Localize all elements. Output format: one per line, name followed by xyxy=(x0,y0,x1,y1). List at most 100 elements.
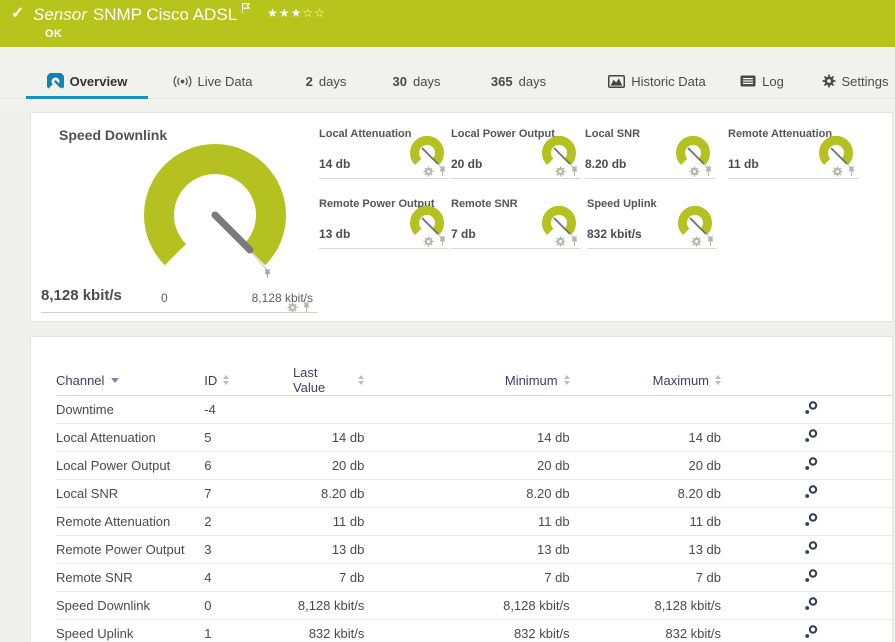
priority-stars[interactable]: ★★★☆☆ xyxy=(267,6,326,20)
gauge-title: Remote SNR xyxy=(451,198,518,210)
gear-icon[interactable] xyxy=(555,166,566,177)
cell-min: 8,128 kbit/s xyxy=(372,591,578,620)
cell-min: 11 db xyxy=(372,507,578,536)
gauge-tile-icons xyxy=(423,236,447,247)
cell-last: 8,128 kbit/s xyxy=(292,591,373,620)
gauge-tile-local-snr: Local SNR 8.20 db xyxy=(585,128,715,179)
gear-icon[interactable] xyxy=(423,166,434,177)
channel-settings-icon[interactable] xyxy=(803,484,819,500)
column-label: Channel xyxy=(56,372,105,388)
channel-settings-icon[interactable] xyxy=(803,540,819,556)
cell-min: 20 db xyxy=(372,451,578,480)
channel-settings-icon[interactable] xyxy=(803,596,819,612)
flag-icon[interactable] xyxy=(241,0,251,19)
table-row-downtime[interactable]: Downtime -4 xyxy=(56,395,892,424)
pin-icon[interactable] xyxy=(704,166,713,177)
needle-pin-icon xyxy=(264,269,271,278)
cell-actions xyxy=(729,535,892,564)
cell-min: 832 kbit/s xyxy=(372,619,578,642)
column-header-maximum[interactable]: Maximum xyxy=(577,365,730,396)
gear-icon[interactable] xyxy=(689,166,700,177)
pin-icon[interactable] xyxy=(570,236,579,247)
cell-last: 7 db xyxy=(292,563,373,592)
channel-settings-icon[interactable] xyxy=(803,512,819,528)
tab-historic-data[interactable]: Historic Data xyxy=(598,63,716,99)
pin-icon[interactable] xyxy=(847,166,856,177)
cell-channel: Local SNR xyxy=(56,479,205,508)
table-row-remote-snr[interactable]: Remote SNR 4 7 db 7 db 7 db xyxy=(56,563,892,592)
gauge-tile-icons xyxy=(832,166,856,177)
cell-actions xyxy=(729,451,892,480)
gauge-scale-min: 0 xyxy=(161,291,168,305)
channel-settings-icon[interactable] xyxy=(803,456,819,472)
column-label: Minimum xyxy=(504,372,558,388)
column-header-last-value[interactable]: Last Value xyxy=(292,365,373,396)
table-row-speed-downlink[interactable]: Speed Downlink 0 8,128 kbit/s 8,128 kbit/s 8… xyxy=(56,591,892,620)
gear-icon[interactable] xyxy=(423,236,434,247)
tab-log[interactable]: Log xyxy=(727,63,797,99)
gauge-title: Local Attenuation xyxy=(319,128,412,140)
gauge-tile-remote-power-output: Remote Power Output 13 db xyxy=(319,198,449,249)
table-row-local-attenuation[interactable]: Local Attenuation 5 14 db 14 db 14 db xyxy=(56,423,892,452)
gauge-tile-icons xyxy=(689,166,713,177)
table-row-local-power-output[interactable]: Local Power Output 6 20 db 20 db 20 db xyxy=(56,451,892,480)
tab-label: Live Data xyxy=(197,73,253,89)
cell-min: 7 db xyxy=(372,563,578,592)
channels-panel: Channel ID Last Value Minimum Maximum Downti… xyxy=(30,336,893,642)
cell-channel: Downtime xyxy=(56,395,205,424)
channel-settings-icon[interactable] xyxy=(803,624,819,640)
cell-last: 14 db xyxy=(292,423,373,452)
cell-channel: Speed Uplink xyxy=(56,619,205,642)
cell-last: 832 kbit/s xyxy=(292,619,373,642)
pin-icon[interactable] xyxy=(570,166,579,177)
table-row-remote-attenuation[interactable]: Remote Attenuation 2 11 db 11 db 11 db xyxy=(56,507,892,536)
channel-settings-icon[interactable] xyxy=(803,428,819,444)
status-ok-check-icon: ✓ xyxy=(11,5,25,22)
tab-365-days[interactable]: 365 days xyxy=(466,63,571,99)
column-header-channel[interactable]: Channel xyxy=(56,365,205,396)
gear-icon[interactable] xyxy=(555,236,566,247)
channels-table: Channel ID Last Value Minimum Maximum Downti… xyxy=(56,365,892,642)
cell-actions xyxy=(729,507,892,536)
cell-id: 7 xyxy=(204,479,293,508)
table-row-speed-uplink[interactable]: Speed Uplink 1 832 kbit/s 832 kbit/s 832 kbi… xyxy=(56,619,892,642)
cell-min: 14 db xyxy=(372,423,578,452)
tab-overview[interactable]: Overview xyxy=(26,63,148,99)
gauge-value: 8.20 db xyxy=(585,157,627,171)
cell-max: 11 db xyxy=(577,507,730,536)
column-label: ID xyxy=(204,372,218,388)
cell-actions xyxy=(729,591,892,620)
column-label: Maximum xyxy=(652,372,710,388)
tab-30-days[interactable]: 30 days xyxy=(369,63,464,99)
main-gauge-tile: Speed Downlink 8,128 kbit/s 0 8,128 kbit… xyxy=(31,113,331,321)
column-header-id[interactable]: ID xyxy=(204,365,293,396)
pin-icon[interactable] xyxy=(438,166,447,177)
table-row-local-snr[interactable]: Local SNR 7 8.20 db 8.20 db 8.20 db xyxy=(56,479,892,508)
gear-icon xyxy=(822,74,836,88)
cell-min: 8.20 db xyxy=(372,479,578,508)
prtg-sensor-page: ✓ Sensor SNMP Cisco ADSL ★★★☆☆ OK Overview… xyxy=(0,0,895,642)
tab-settings[interactable]: Settings xyxy=(815,63,895,99)
pin-icon[interactable] xyxy=(438,236,447,247)
cell-max: 832 kbit/s xyxy=(577,619,730,642)
cell-id: 1 xyxy=(204,619,293,642)
live-icon xyxy=(173,75,192,88)
tab-2-days[interactable]: 2 days xyxy=(281,63,371,99)
channel-settings-icon[interactable] xyxy=(803,400,819,416)
cell-max: 13 db xyxy=(577,535,730,564)
pin-icon[interactable] xyxy=(706,236,715,247)
cell-min: 13 db xyxy=(372,535,578,564)
gear-icon[interactable] xyxy=(691,236,702,247)
tab-live-data[interactable]: Live Data xyxy=(160,63,265,99)
cell-max: 8.20 db xyxy=(577,479,730,508)
cell-last xyxy=(292,395,373,424)
cell-last: 13 db xyxy=(292,535,373,564)
sort-updown-icon xyxy=(223,375,230,385)
speed-downlink-gauge xyxy=(144,144,286,278)
sensor-header: ✓ Sensor SNMP Cisco ADSL ★★★☆☆ OK xyxy=(0,0,895,47)
table-row-remote-power-output[interactable]: Remote Power Output 3 13 db 13 db 13 db xyxy=(56,535,892,564)
gear-icon[interactable] xyxy=(832,166,843,177)
channel-settings-icon[interactable] xyxy=(803,568,819,584)
gauge-tile-icons xyxy=(555,236,579,247)
column-header-minimum[interactable]: Minimum xyxy=(372,365,578,396)
